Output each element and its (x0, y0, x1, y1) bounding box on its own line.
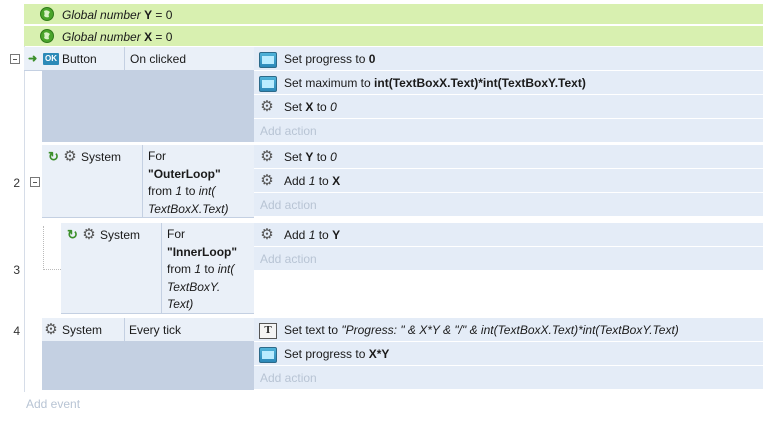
gear-icon: ⚙ (260, 172, 274, 189)
tree-line (43, 226, 44, 270)
gear-icon: ⚙ (260, 148, 274, 165)
event-3-condition[interactable]: ↻ ⚙ System For "InnerLoop" from 1 to int… (61, 223, 254, 314)
progressbar-icon (259, 347, 277, 363)
text-icon: T (259, 323, 277, 339)
global-var-row-x[interactable]: Global number X = 0 (24, 26, 763, 47)
event-number: 4 (13, 324, 20, 338)
trigger-arrow-icon: ➜ (28, 53, 38, 65)
event-number: 2 (13, 176, 20, 190)
global-var-label: Global number Y = 0 (62, 8, 173, 22)
action-row[interactable]: T Set text to "Progress: " & X*Y & "/" &… (254, 318, 763, 342)
action-text: Set Y to 0 (284, 150, 337, 164)
action-row[interactable]: Set maximum to int(TextBoxX.Text)*int(Te… (254, 71, 763, 95)
condition-text: On clicked (130, 52, 187, 66)
condition-object: System (100, 228, 141, 242)
progressbar-icon (259, 52, 277, 68)
event-number: 3 (13, 263, 20, 277)
gutter-divider (24, 46, 25, 392)
add-action-label: Add action (260, 252, 317, 266)
add-action-button[interactable]: Add action (254, 193, 763, 217)
add-action-button[interactable]: Add action (254, 119, 763, 143)
gear-icon: ⚙ (44, 321, 58, 338)
global-var-label: Global number X = 0 (62, 30, 173, 44)
event-2-condition[interactable]: ↻ ⚙ System For "OuterLoop" from 1 to int… (42, 145, 254, 218)
gear-icon: ⚙ (260, 226, 274, 243)
condition-text: Every tick (129, 323, 182, 337)
collapse-toggle[interactable] (30, 177, 40, 187)
action-text: Set progress to X*Y (284, 347, 390, 361)
divider (161, 223, 162, 313)
action-text: Set maximum to int(TextBoxX.Text)*int(Te… (284, 76, 586, 90)
global-var-row-y[interactable]: Global number Y = 0 (24, 4, 763, 25)
add-action-label: Add action (260, 124, 317, 138)
condition-text: For "OuterLoop" from 1 to int( TextBoxX.… (148, 149, 229, 216)
loop-icon: ↻ (67, 227, 78, 242)
action-row[interactable]: ⚙ Add 1 to X (254, 169, 763, 193)
action-row[interactable]: Set progress to X*Y (254, 342, 763, 366)
divider (124, 47, 125, 70)
action-text: Add 1 to X (284, 174, 341, 188)
condition-object: System (81, 150, 122, 164)
event-4-condition[interactable]: ⚙ System Every tick (42, 318, 254, 342)
action-row[interactable]: ⚙ Add 1 to Y (254, 223, 763, 247)
action-row[interactable]: ⚙ Set X to 0 (254, 95, 763, 119)
ok-button-icon: OK (43, 53, 59, 65)
divider (142, 145, 143, 217)
add-action-label: Add action (260, 371, 317, 385)
condition-object: System (62, 323, 103, 337)
condition-text: For "InnerLoop" from 1 to int( TextBoxY.… (167, 227, 238, 311)
gear-icon: ⚙ (82, 226, 96, 243)
add-event-button[interactable]: Add event (26, 397, 80, 411)
action-text: Add 1 to Y (284, 228, 341, 242)
tree-line (43, 269, 61, 270)
action-row[interactable]: Set progress to 0 (254, 47, 763, 71)
add-action-label: Add action (260, 198, 317, 212)
action-row[interactable]: ⚙ Set Y to 0 (254, 145, 763, 169)
gear-icon: ⚙ (63, 148, 77, 165)
event-1-condition[interactable]: ➜ OK Button On clicked (24, 47, 254, 71)
condition-object: Button (62, 52, 97, 66)
action-text: Set X to 0 (284, 100, 337, 114)
add-action-button[interactable]: Add action (254, 247, 763, 271)
globe-icon (40, 29, 54, 43)
gear-icon: ⚙ (260, 98, 274, 115)
divider (124, 318, 125, 341)
progressbar-icon (259, 76, 277, 92)
add-action-button[interactable]: Add action (254, 366, 763, 390)
globe-icon (40, 7, 54, 21)
collapse-toggle[interactable] (10, 54, 20, 64)
loop-icon: ↻ (48, 149, 59, 164)
action-text: Set text to "Progress: " & X*Y & "/" & i… (284, 323, 679, 337)
action-text: Set progress to 0 (284, 52, 376, 66)
